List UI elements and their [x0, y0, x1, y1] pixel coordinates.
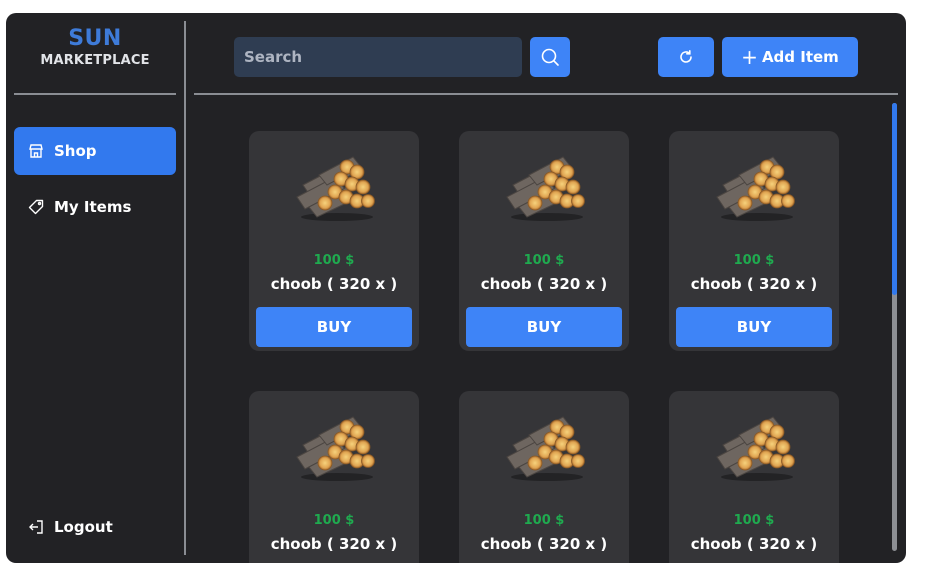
product-price: 100 $ [733, 513, 775, 528]
brand-logo: SUN MARKETPLACE [6, 25, 184, 69]
product-name: choob ( 320 x ) [270, 535, 398, 553]
firewood-logs-image [296, 156, 375, 221]
product-name: choob ( 320 x ) [480, 535, 608, 553]
product-name: choob ( 320 x ) [690, 275, 818, 293]
sidebar-item-label: Shop [54, 142, 97, 160]
main-panel: + Add Item [186, 13, 906, 563]
product-list[interactable]: 100 $ choob ( 320 x ) BUY 100 $ choob (… [186, 97, 906, 563]
brand-title: SUN [68, 26, 122, 51]
logout-label: Logout [54, 518, 113, 536]
product-name: choob ( 320 x ) [480, 275, 608, 293]
product-card: 100 $ choob ( 320 x ) BUY [459, 391, 629, 563]
firewood-logs-image [716, 416, 795, 481]
product-grid: 100 $ choob ( 320 x ) BUY 100 $ choob (… [249, 131, 849, 563]
search-input[interactable] [234, 37, 522, 77]
product-name: choob ( 320 x ) [270, 275, 398, 293]
buy-button[interactable]: BUY [256, 307, 412, 347]
sidebar-divider [14, 93, 176, 95]
add-item-label: Add Item [761, 48, 839, 66]
refresh-icon [678, 49, 694, 65]
search-icon [540, 47, 560, 67]
search-button[interactable] [530, 37, 570, 77]
logout-button[interactable]: Logout [14, 503, 176, 551]
refresh-button[interactable] [658, 37, 714, 77]
buy-button[interactable]: BUY [466, 307, 622, 347]
firewood-logs-image [506, 416, 585, 481]
buy-button[interactable]: BUY [676, 307, 832, 347]
firewood-logs-image [296, 416, 375, 481]
tag-icon [28, 199, 44, 215]
sidebar-item-shop[interactable]: Shop [14, 127, 176, 175]
logout-icon [28, 519, 44, 535]
add-item-button[interactable]: + Add Item [722, 37, 858, 77]
product-card: 100 $ choob ( 320 x ) BUY [459, 131, 629, 351]
product-card: 100 $ choob ( 320 x ) BUY [249, 391, 419, 563]
product-price: 100 $ [733, 253, 775, 268]
product-price: 100 $ [523, 513, 565, 528]
product-card: 100 $ choob ( 320 x ) BUY [249, 131, 419, 351]
product-price: 100 $ [313, 253, 355, 268]
product-price: 100 $ [523, 253, 565, 268]
firewood-logs-image [716, 156, 795, 221]
firewood-logs-image [506, 156, 585, 221]
product-card: 100 $ choob ( 320 x ) BUY [669, 131, 839, 351]
product-name: choob ( 320 x ) [690, 535, 818, 553]
store-icon [28, 143, 44, 159]
product-card: 100 $ choob ( 320 x ) BUY [669, 391, 839, 563]
brand-subtitle: MARKETPLACE [40, 53, 150, 68]
product-price: 100 $ [313, 513, 355, 528]
scrollbar-thumb[interactable] [892, 103, 897, 295]
app-window: SUN MARKETPLACE Shop My Items Logout Sea… [6, 13, 906, 563]
sidebar: SUN MARKETPLACE Shop My Items Logout [6, 13, 184, 563]
plus-icon: + [741, 45, 758, 69]
toolbar-divider [194, 93, 898, 95]
sidebar-item-my-items[interactable]: My Items [14, 183, 176, 231]
sidebar-item-label: My Items [54, 198, 132, 216]
